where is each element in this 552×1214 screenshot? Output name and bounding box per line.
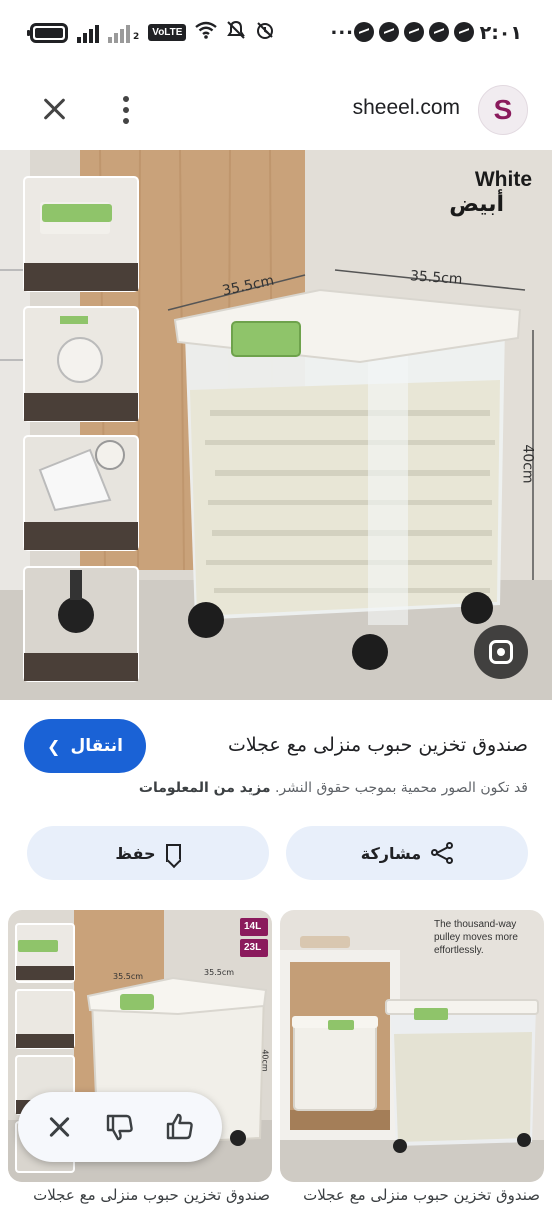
title-row: انتقال ❯ صندوق تخزين حبوب منزلى مع عجلات bbox=[0, 716, 552, 776]
hero-image[interactable]: White أبيض 35.5cm 35.5cm 40cm bbox=[0, 150, 552, 700]
signal-dim-icon bbox=[108, 23, 130, 43]
site-logo[interactable]: S bbox=[478, 85, 528, 135]
thumbs-up-icon bbox=[166, 1113, 193, 1140]
share-icon bbox=[431, 842, 454, 864]
related-dim-2: 35.5cm bbox=[204, 968, 235, 977]
notification-overflow: ... bbox=[330, 18, 354, 39]
thumbs-up-button[interactable] bbox=[160, 1107, 200, 1147]
capacity-badge-14l: 14L bbox=[244, 921, 262, 932]
copyright-notice: قد تكون الصور محمية بموجب حقوق النشر. مز… bbox=[139, 780, 528, 796]
visit-button[interactable]: انتقال ❯ bbox=[24, 719, 146, 773]
close-icon[interactable] bbox=[36, 92, 72, 128]
variant-label-en: White bbox=[474, 168, 532, 191]
related-title-2[interactable]: صندوق تخزين حبوب منزلى مع عجلات bbox=[290, 1186, 540, 1204]
related-dim-1: 35.5cm bbox=[113, 972, 144, 981]
chevron-left-icon: ❯ bbox=[47, 736, 61, 756]
more-options-icon[interactable] bbox=[116, 94, 136, 126]
copyright-text: قد تكون الصور محمية بموجب حقوق النشر. bbox=[274, 780, 528, 796]
thumbs-down-icon bbox=[106, 1114, 133, 1141]
product-title[interactable]: صندوق تخزين حبوب منزلى مع عجلات bbox=[228, 734, 528, 756]
close-icon bbox=[46, 1113, 74, 1141]
related-caption: The thousand-way pulley moves more effor… bbox=[434, 919, 518, 956]
variant-label-ar: أبيض bbox=[449, 192, 504, 217]
related-image-2[interactable]: The thousand-way pulley moves more effor… bbox=[280, 910, 544, 1182]
signal-icon bbox=[77, 23, 99, 43]
thumbs-down-button[interactable] bbox=[100, 1107, 140, 1147]
mute-icon bbox=[226, 20, 246, 45]
alarm-icon bbox=[255, 20, 275, 45]
wifi-icon bbox=[195, 21, 218, 44]
dimension-height: 40cm bbox=[519, 444, 536, 484]
messenger-icon bbox=[429, 22, 449, 42]
bookmark-icon bbox=[165, 844, 181, 862]
messenger-icon bbox=[354, 22, 374, 42]
share-button[interactable]: مشاركة bbox=[286, 826, 528, 880]
messenger-icon bbox=[454, 22, 474, 42]
save-label: حفظ bbox=[115, 843, 156, 863]
share-label: مشاركة bbox=[360, 843, 422, 863]
capacity-badge-23l: 23L bbox=[244, 942, 262, 953]
product-photo bbox=[0, 150, 552, 700]
status-time: ٢:٠١ bbox=[479, 22, 522, 44]
volte-icon: VoLTE bbox=[148, 24, 187, 41]
related-title-1[interactable]: صندوق تخزين حبوب منزلى مع عجلات bbox=[14, 1186, 270, 1204]
related-dim-3: 40cm bbox=[260, 1049, 270, 1072]
save-button[interactable]: حفظ bbox=[27, 826, 269, 880]
site-domain[interactable]: sheeel.com bbox=[353, 96, 460, 120]
battery-icon bbox=[27, 22, 68, 43]
messenger-icons bbox=[354, 22, 474, 42]
lens-search-icon[interactable] bbox=[474, 625, 528, 679]
messenger-icon bbox=[404, 22, 424, 42]
more-info-link[interactable]: مزيد من المعلومات bbox=[139, 780, 271, 796]
top-app-bar: sheeel.com S bbox=[0, 68, 552, 150]
status-bar: 2 VoLTE ... ٢:٠١ bbox=[0, 0, 552, 68]
sim-label: 2 bbox=[133, 31, 140, 42]
feedback-bar bbox=[18, 1092, 222, 1162]
visit-label: انتقال bbox=[70, 736, 123, 756]
messenger-icon bbox=[379, 22, 399, 42]
status-icons-left: 2 VoLTE bbox=[27, 20, 275, 45]
dismiss-feedback-button[interactable] bbox=[40, 1107, 80, 1147]
